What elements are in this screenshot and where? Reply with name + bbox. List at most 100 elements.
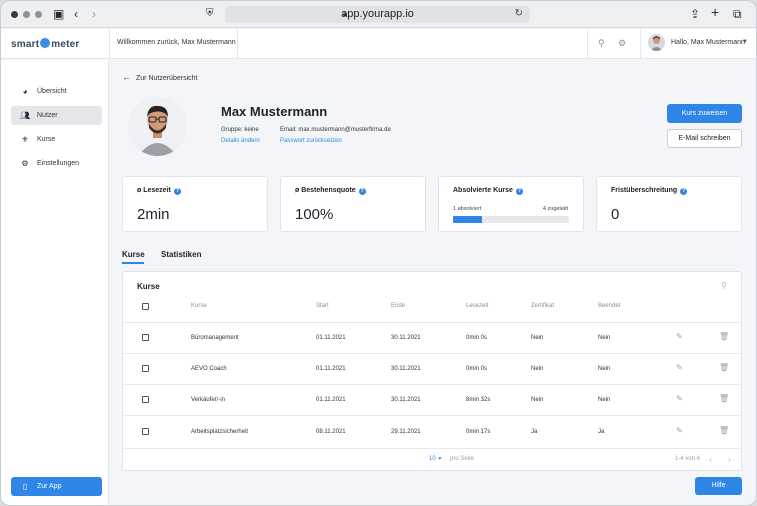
- assign-course-button[interactable]: Kurs zuweisen: [667, 104, 742, 123]
- stat-title: Fristüberschreitung?: [611, 187, 688, 195]
- stat-title-text: Fristüberschreitung: [611, 187, 678, 194]
- back-link[interactable]: ← Zur Nutzerübersicht: [122, 72, 197, 82]
- reset-password-link[interactable]: Passwort zurücksetzen: [280, 138, 342, 144]
- stat-value: 2min: [137, 206, 170, 223]
- assigned-count-label: 4 zugeteilt: [542, 206, 568, 212]
- write-email-button[interactable]: E-Mail schreiben: [667, 129, 742, 148]
- column-header-end[interactable]: Ende: [391, 303, 405, 309]
- sidebar-item-courses[interactable]: ⚜ Kurse: [11, 130, 102, 149]
- edit-icon[interactable]: ✎: [676, 332, 683, 341]
- cell-reading-time: 8min 32s: [466, 397, 491, 403]
- row-divider: [123, 415, 741, 416]
- select-all-checkbox[interactable]: [142, 303, 149, 310]
- sidebar-item-label: Einstellungen: [37, 160, 80, 167]
- edit-details-link[interactable]: Details ändern: [221, 138, 260, 144]
- trash-icon[interactable]: 🗑︎: [719, 426, 729, 435]
- sidebar-item-settings[interactable]: ⚙ Einstellungen: [11, 154, 102, 173]
- column-header-certificate[interactable]: Zertifikat: [531, 303, 554, 309]
- help-icon[interactable]: ?: [358, 188, 366, 195]
- cell-certificate: Ja: [531, 429, 538, 435]
- sidebar-item-label: Kurse: [37, 136, 56, 143]
- user-greeting[interactable]: Hallo, Max Mustermann: [671, 39, 745, 46]
- sidebar-toggle-icon[interactable]: ▣: [53, 7, 64, 21]
- cell-finished: Nein: [598, 335, 611, 341]
- row-checkbox[interactable]: [142, 334, 149, 341]
- edit-icon[interactable]: ✎: [676, 394, 683, 403]
- chevron-right-icon[interactable]: ›: [728, 454, 731, 464]
- help-icon[interactable]: ?: [515, 188, 523, 195]
- stat-title: ø Bestehensquote?: [295, 187, 366, 195]
- chevron-down-icon[interactable]: ▼: [742, 39, 748, 45]
- search-icon[interactable]: ⚲: [721, 281, 727, 290]
- chevron-left-icon[interactable]: ‹: [709, 454, 712, 464]
- reload-icon[interactable]: ↻: [515, 8, 523, 19]
- cell-start: 01.11.2021: [316, 335, 346, 341]
- user-avatar[interactable]: [648, 34, 665, 51]
- gear-icon: ⚙: [21, 159, 29, 168]
- page-size-select[interactable]: 10 ▼: [429, 456, 442, 462]
- help-icon[interactable]: ?: [680, 188, 688, 195]
- cell-end: 30.11.2021: [391, 335, 421, 341]
- row-checkbox[interactable]: [142, 365, 149, 372]
- column-header-reading-time[interactable]: Lesezeit: [466, 303, 488, 309]
- back-icon[interactable]: ‹: [74, 7, 78, 21]
- stat-title-text: Absolvierte Kurse: [453, 187, 513, 194]
- users-icon: 👥︎: [20, 111, 31, 120]
- row-checkbox[interactable]: [142, 396, 149, 403]
- cell-course: AEVO Coach: [191, 366, 227, 372]
- minimize-window-dot[interactable]: [23, 11, 30, 18]
- help-button[interactable]: Hilfe: [695, 477, 742, 495]
- cell-end: 30.11.2021: [391, 397, 421, 403]
- settings-icon[interactable]: ⚙: [618, 38, 626, 49]
- trash-icon[interactable]: 🗑︎: [719, 363, 729, 372]
- tab-courses[interactable]: Kurse: [122, 250, 145, 259]
- share-icon[interactable]: ⇪: [690, 7, 700, 21]
- column-header-finished[interactable]: Beendet: [598, 303, 620, 309]
- go-to-app-label: Zur App: [37, 483, 62, 490]
- cell-certificate: Nein: [531, 366, 544, 372]
- cell-course: Verkäufer/-in: [191, 397, 226, 403]
- profile-photo: [128, 97, 187, 156]
- per-page-label: pro Seite: [450, 456, 475, 462]
- row-divider: [123, 353, 741, 354]
- window-controls[interactable]: [11, 11, 42, 18]
- sidebar-item-overview[interactable]: ◕ Übersicht: [11, 82, 102, 101]
- column-header-start[interactable]: Start: [316, 303, 329, 309]
- cell-finished: Ja: [598, 429, 605, 435]
- edit-icon[interactable]: ✎: [676, 426, 683, 435]
- stat-title-text: ø Lesezeit: [137, 187, 171, 194]
- pagination-range: 1-4 von 4: [675, 456, 701, 462]
- search-icon[interactable]: ⚲: [598, 38, 605, 49]
- trash-icon[interactable]: 🗑︎: [719, 394, 729, 403]
- tabs-overview-icon[interactable]: ⧉: [733, 7, 742, 21]
- close-window-dot[interactable]: [11, 11, 18, 18]
- sidebar-item-users[interactable]: 👥︎ Nutzer: [11, 106, 102, 125]
- table-title: Kurse: [137, 282, 160, 291]
- forward-icon[interactable]: ›: [92, 7, 96, 21]
- row-checkbox[interactable]: [142, 428, 149, 435]
- phone-icon: ▯: [22, 482, 28, 491]
- profile-group: Gruppe: keine: [221, 127, 259, 133]
- cell-finished: Nein: [598, 366, 611, 372]
- go-to-app-button[interactable]: ▯ Zur App: [11, 477, 102, 496]
- profile-name: Max Mustermann: [221, 104, 328, 119]
- award-icon: ⚜: [21, 135, 29, 144]
- zoom-window-dot[interactable]: [35, 11, 42, 18]
- trash-icon[interactable]: 🗑︎: [719, 332, 729, 341]
- logo[interactable]: smart meter: [11, 38, 80, 50]
- edit-icon[interactable]: ✎: [676, 363, 683, 372]
- row-divider: [123, 384, 741, 385]
- tab-statistics[interactable]: Statistiken: [161, 250, 201, 259]
- help-icon[interactable]: ?: [173, 188, 181, 195]
- caret-down-icon: ▼: [437, 456, 443, 462]
- cell-course: Arbeitsplatzsicherheit: [191, 429, 249, 435]
- stat-card-reading-time: ø Lesezeit? 2min: [122, 176, 268, 232]
- stat-card-overdue: Fristüberschreitung? 0: [596, 176, 742, 232]
- column-header-course[interactable]: Kurse: [191, 303, 207, 309]
- table-footer-divider: [123, 448, 741, 449]
- address-bar[interactable]: 🔒︎ app.yourapp.io ↻: [225, 6, 530, 23]
- logo-text-left: smart: [11, 39, 40, 50]
- sidebar: ◕ Übersicht 👥︎ Nutzer ⚜ Kurse ⚙ Einstell…: [1, 60, 109, 505]
- new-tab-icon[interactable]: +: [711, 5, 719, 19]
- shield-icon[interactable]: ⛨: [206, 7, 214, 21]
